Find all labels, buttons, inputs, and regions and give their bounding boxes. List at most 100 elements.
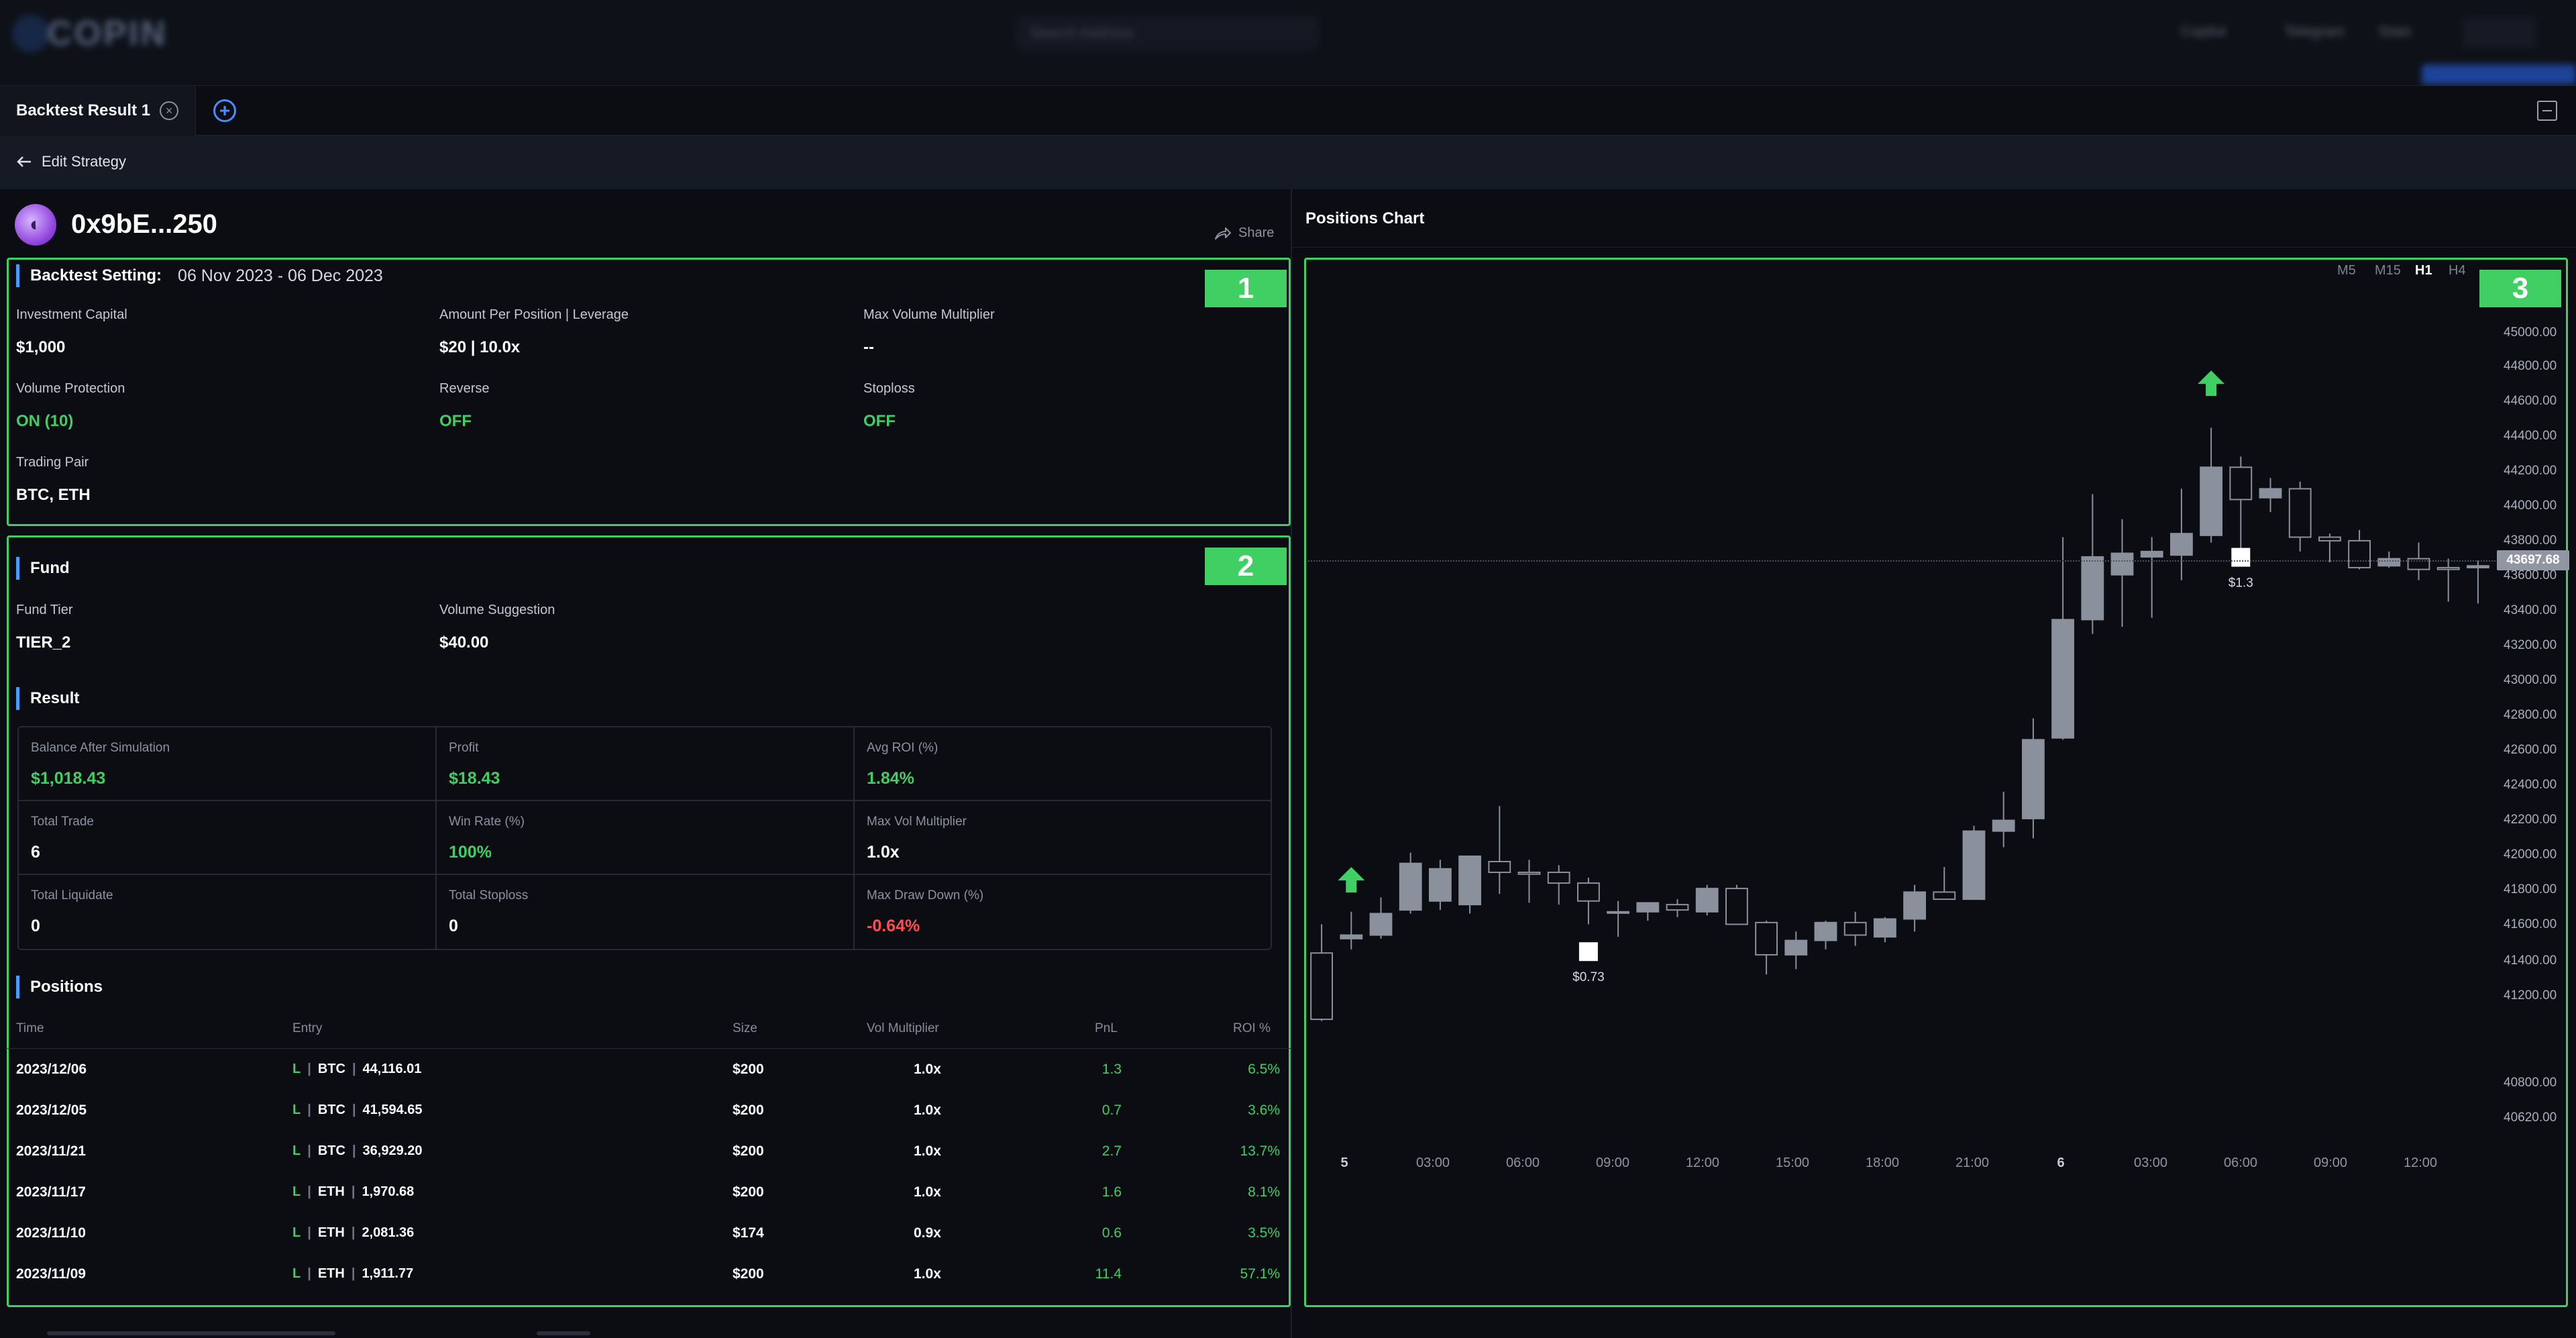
nav-link-telegram[interactable]: Telegram	[2284, 23, 2345, 40]
share-icon	[1215, 227, 1231, 240]
trading-pair-value: BTC, ETH	[16, 486, 91, 504]
candle-body	[1695, 888, 1719, 913]
result-cell: Total Trade 6	[19, 801, 437, 875]
candlestick-chart[interactable]: $0.73 $1.3	[1305, 259, 2567, 1306]
position-entry: L | BTC | 36,929.20	[292, 1143, 423, 1159]
result-grid: Balance After Simulation $1,018.43 Profi…	[17, 726, 1272, 950]
position-entry: L | ETH | 1,970.68	[292, 1184, 414, 1200]
candle-body	[2466, 565, 2489, 568]
candle-body	[1310, 952, 1334, 1021]
candle-body	[2436, 566, 2460, 570]
field-label: Fund Tier	[16, 603, 73, 617]
y-axis-tick-label: 44200.00	[2504, 464, 2557, 478]
backtest-date-range: 06 Nov 2023 - 06 Dec 2023	[178, 266, 383, 285]
result-label: Total Trade	[31, 815, 94, 829]
x-axis-tick-label: 5	[1340, 1155, 1348, 1170]
position-entry-price: 44,116.01	[362, 1062, 422, 1076]
nav-link-copilot[interactable]: Copilot	[2180, 23, 2226, 40]
candle-body	[1873, 918, 1896, 938]
position-vol-multiplier: 1.0x	[914, 1143, 941, 1159]
candle-body	[1903, 891, 1927, 920]
section-badge-1: 1	[1205, 270, 1287, 307]
y-axis-tick-label: 42800.00	[2504, 708, 2557, 722]
share-label: Share	[1238, 225, 1275, 240]
y-axis-tick-label: 45000.00	[2504, 325, 2557, 340]
volume-protection-value: ON (10)	[16, 412, 74, 430]
close-position-marker	[2231, 548, 2251, 567]
app-logo[interactable]: COPIN	[47, 13, 168, 54]
wallet-menu[interactable]	[2462, 17, 2536, 48]
position-pair: ETH	[317, 1225, 345, 1240]
backtest-setting-title: Backtest Setting: 06 Nov 2023 - 06 Dec 2…	[16, 264, 383, 287]
position-time: 2023/11/17	[16, 1184, 86, 1200]
position-pnl: 1.6	[1102, 1184, 1122, 1200]
panel-divider[interactable]	[1291, 189, 1292, 1338]
candle-body	[1458, 856, 1482, 906]
candle-body	[1428, 868, 1452, 902]
breadcrumb-bar	[0, 136, 2576, 189]
candle-body	[2259, 488, 2282, 499]
horizontal-scrollbar[interactable]	[47, 1331, 335, 1335]
field-label: Volume Protection	[16, 381, 125, 396]
candle-body	[2081, 556, 2104, 621]
horizontal-scrollbar-thumb[interactable]	[537, 1331, 590, 1335]
table-divider	[5, 1048, 1291, 1049]
add-tab-icon[interactable]: +	[213, 99, 236, 122]
avatar: ◐	[15, 204, 56, 246]
y-axis-tick-label: 41200.00	[2504, 988, 2557, 1002]
position-pair: ETH	[317, 1266, 345, 1281]
result-label: Total Stoploss	[449, 888, 529, 903]
y-axis-tick-label: 41400.00	[2504, 954, 2557, 968]
field-label: Max Volume Multiplier	[863, 307, 995, 322]
y-axis-tick-label: 42400.00	[2504, 778, 2557, 792]
close-icon[interactable]: ×	[160, 101, 179, 120]
column-header-pnl[interactable]: PnL	[1095, 1021, 1118, 1036]
x-axis-tick-label: 03:00	[2133, 1155, 2168, 1170]
nav-link-stats[interactable]: Stats	[2378, 23, 2412, 40]
minimize-icon[interactable]	[2537, 101, 2557, 121]
result-cell: Total Stoploss 0	[437, 875, 855, 949]
position-side: L	[292, 1225, 301, 1240]
y-axis-tick-label: 43000.00	[2504, 673, 2557, 687]
position-side: L	[292, 1266, 301, 1281]
column-header-roi[interactable]: ROI %	[1233, 1021, 1271, 1036]
y-axis-tick-label: 40620.00	[2504, 1111, 2557, 1125]
position-roi: 57.1%	[1240, 1266, 1280, 1282]
share-button[interactable]: Share	[1214, 225, 1274, 241]
position-vol-multiplier: 1.0x	[914, 1184, 941, 1200]
close-position-marker	[1578, 942, 1598, 962]
positions-chart-title: Positions Chart	[1305, 209, 1425, 227]
field-label: Volume Suggestion	[439, 603, 555, 617]
separator: |	[307, 1184, 311, 1199]
separator: |	[307, 1266, 311, 1281]
open-position-arrow-icon	[1338, 867, 1365, 893]
connect-button[interactable]	[2422, 64, 2576, 85]
result-label: Win Rate (%)	[449, 815, 525, 829]
position-entry: L | ETH | 2,081.36	[292, 1225, 414, 1241]
total-stoploss-value: 0	[449, 917, 458, 935]
search-input[interactable]: Search Address	[1016, 16, 1318, 51]
logo-icon	[12, 15, 50, 52]
candle-body	[1992, 819, 2015, 832]
position-entry-price: 1,970.68	[362, 1184, 415, 1199]
position-size: $200	[733, 1102, 764, 1118]
result-cell: Profit $18.43	[437, 727, 855, 801]
position-time: 2023/11/09	[16, 1266, 86, 1282]
wallet-address[interactable]: 0x9bE...250	[71, 209, 217, 240]
result-cell: Max Draw Down (%) -0.64%	[855, 875, 1271, 949]
y-axis-tick-label: 43200.00	[2504, 638, 2557, 652]
y-axis-tick-label: 44000.00	[2504, 499, 2557, 513]
position-entry: L | BTC | 41,594.65	[292, 1102, 423, 1118]
position-side: L	[292, 1102, 301, 1117]
x-axis-tick-label: 06:00	[2223, 1155, 2258, 1170]
column-header-time[interactable]: Time	[16, 1021, 44, 1036]
backtest-setting-box	[7, 258, 1291, 526]
field-label: Trading Pair	[16, 455, 89, 470]
edit-strategy-link[interactable]: Edit Strategy	[16, 153, 126, 170]
separator: |	[307, 1062, 311, 1076]
candle-body	[1843, 921, 1867, 936]
position-time: 2023/12/05	[16, 1102, 87, 1118]
position-side: L	[292, 1062, 301, 1076]
y-axis-tick-label: 43400.00	[2504, 603, 2557, 617]
tab-backtest-result-1[interactable]: Backtest Result 1 ×	[0, 86, 196, 136]
